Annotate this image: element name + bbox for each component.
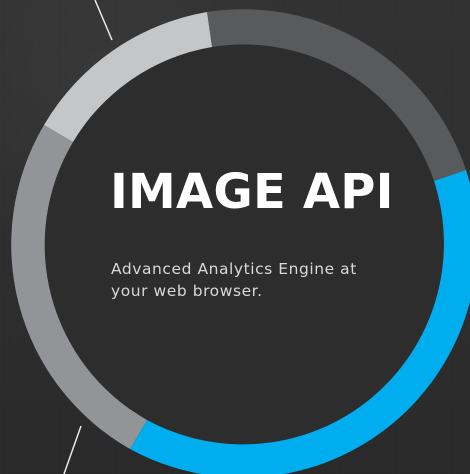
top-connector-line <box>94 0 113 41</box>
bottom-connector-line <box>63 425 82 474</box>
donut-graphic <box>11 0 470 474</box>
hero-canvas: IMAGE API Advanced Analytics Engine at y… <box>0 0 470 474</box>
page-title: IMAGE API <box>110 164 394 220</box>
subtitle: Advanced Analytics Engine at your web br… <box>111 260 357 300</box>
